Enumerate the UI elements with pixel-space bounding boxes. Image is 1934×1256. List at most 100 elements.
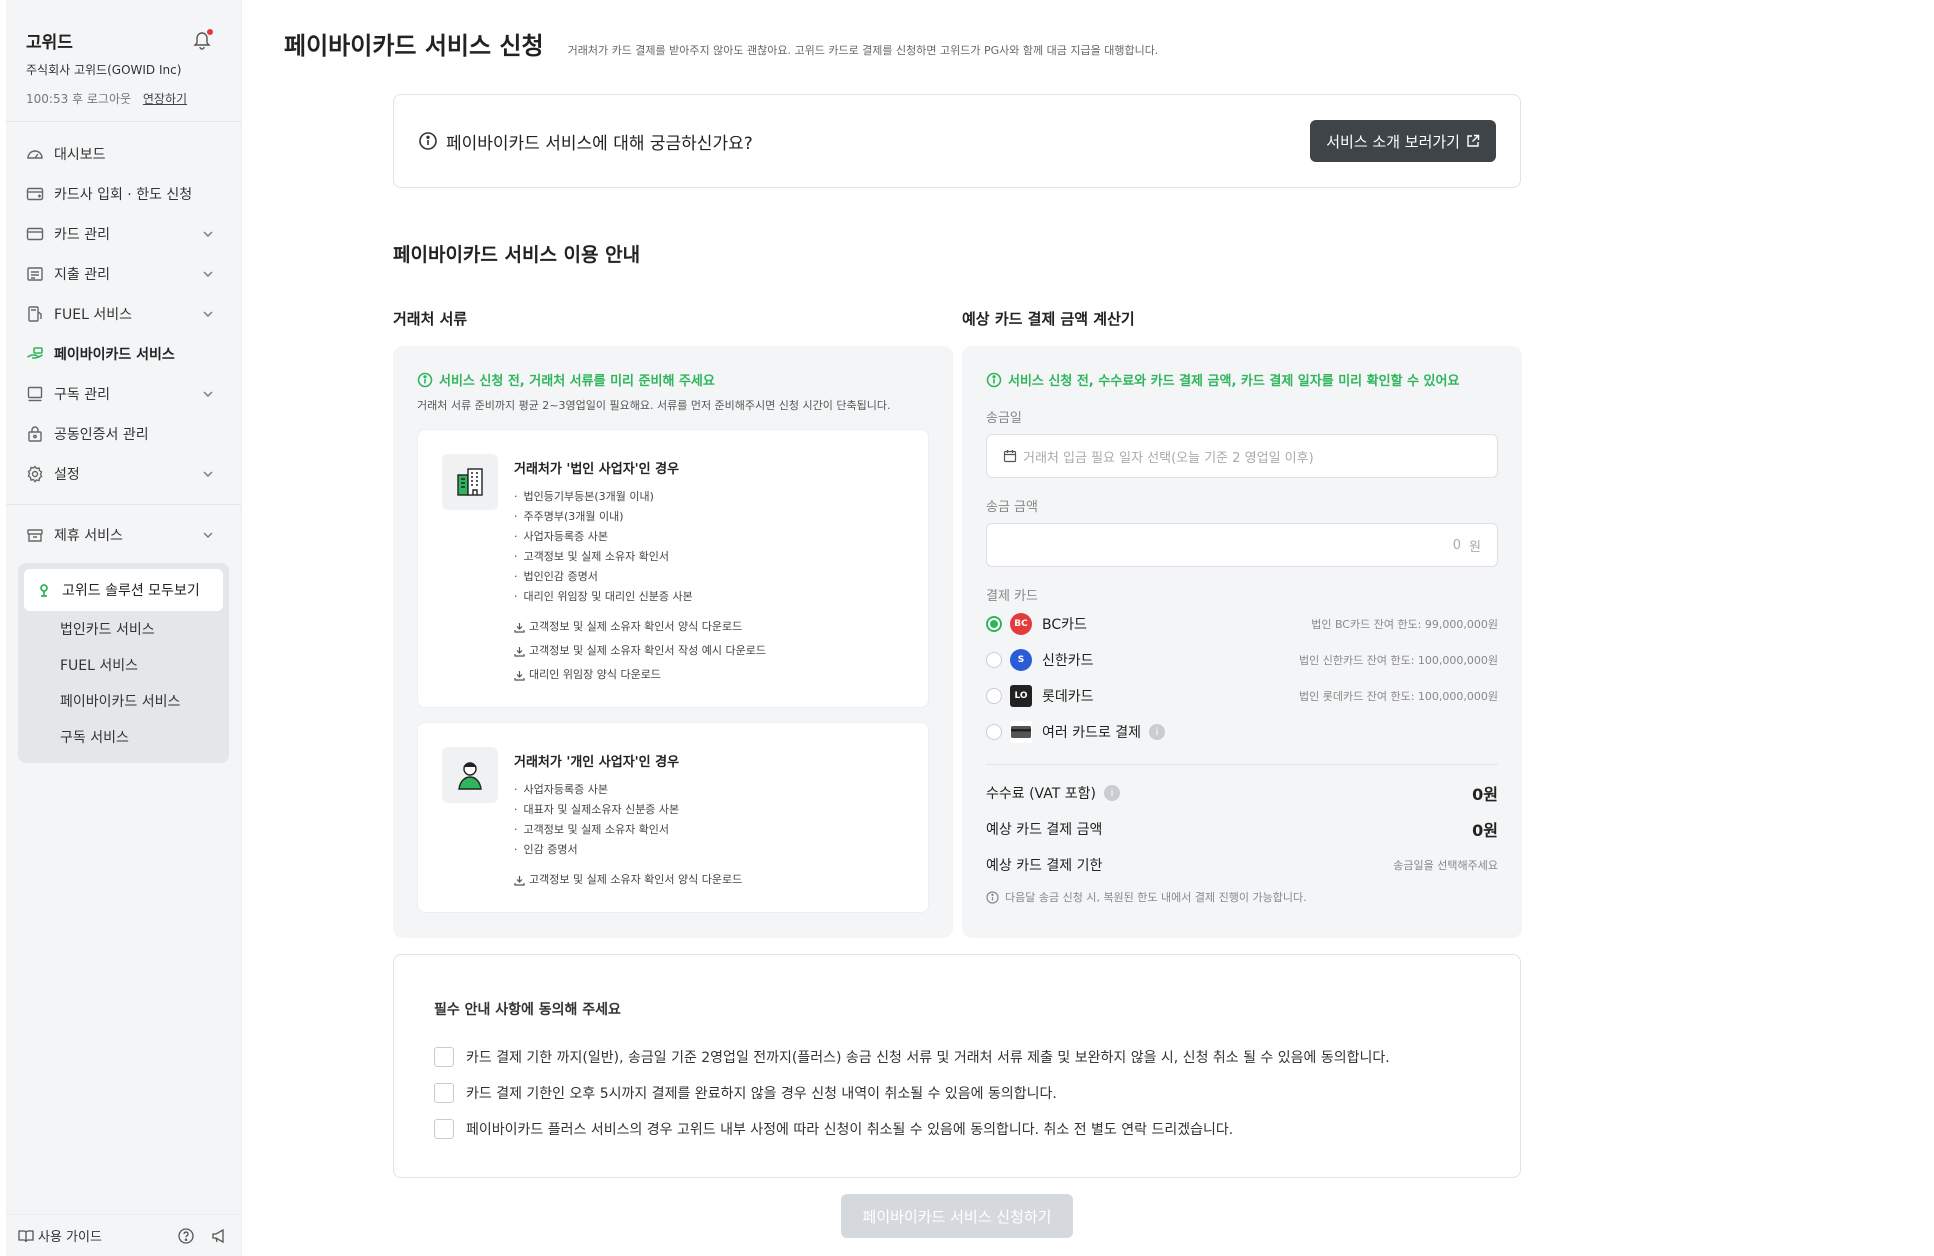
- chevron-down-icon: [201, 267, 215, 281]
- list-item: 고객정보 및 실제 소유자 확인서: [514, 820, 742, 840]
- sidebar-header: 고위드 주식회사 고위드(GOWID Inc) 100:53 후 로그아웃 연장…: [6, 0, 241, 122]
- list-item: 법인등기부등본(3개월 이내): [514, 487, 766, 507]
- sidebar-item-label: 카드사 입회 · 한도 신청: [54, 187, 193, 203]
- fee-value: 0원: [1472, 785, 1498, 804]
- radio-bc[interactable]: [986, 616, 1002, 632]
- agreement-checkbox[interactable]: [434, 1047, 454, 1067]
- card-apply-icon: [26, 185, 44, 203]
- download-icon: [514, 646, 525, 657]
- agreement-checkbox[interactable]: [434, 1119, 454, 1139]
- sidebar-item-card-apply[interactable]: 카드사 입회 · 한도 신청: [6, 174, 241, 214]
- card-option-bc[interactable]: BC BC카드 법인 BC카드 잔여 한도: 99,000,000원: [986, 606, 1498, 642]
- agreement-row-1[interactable]: 카드 결제 기한 까지(일반), 송금일 기준 2영업일 전까지(플러스) 송금…: [434, 1039, 1480, 1075]
- radio-lotte[interactable]: [986, 688, 1002, 704]
- expected-amount-label: 예상 카드 결제 금액: [986, 822, 1103, 838]
- download-link[interactable]: 고객정보 및 실제 소유자 확인서 양식 다운로드: [514, 868, 742, 892]
- sidebar-item-dashboard[interactable]: 대시보드: [6, 134, 241, 174]
- download-link[interactable]: 고객정보 및 실제 소유자 확인서 작성 예시 다운로드: [514, 639, 766, 663]
- agreement-row-3[interactable]: 페이바이카드 플러스 서비스의 경우 고위드 내부 사정에 따라 신청이 취소될…: [434, 1111, 1480, 1147]
- info-icon: [419, 132, 437, 150]
- list-item: 사업자등록증 사본: [514, 780, 742, 800]
- deadline-row: 예상 카드 결제 기한 송금일을 선택해주세요: [986, 847, 1498, 883]
- megaphone-icon[interactable]: [211, 1227, 229, 1245]
- page-header: 페이바이카드 서비스 신청 거래처가 카드 결제를 받아주지 않아도 괜찮아요.…: [284, 26, 1158, 61]
- sidebar-item-fuel[interactable]: FUEL 서비스: [6, 294, 241, 334]
- download-icon: [514, 670, 525, 681]
- download-link-label: 고객정보 및 실제 소유자 확인서 양식 다운로드: [529, 873, 743, 886]
- download-link[interactable]: 대리인 위임장 양식 다운로드: [514, 663, 766, 687]
- list-item: 법인인감 증명서: [514, 567, 766, 587]
- amount-input[interactable]: 0 원: [986, 523, 1498, 567]
- sidebar-item-partner[interactable]: 제휴 서비스: [6, 515, 241, 555]
- service-question: 페이바이카드 서비스에 대해 궁금하신가요?: [418, 129, 753, 154]
- card-icon: [26, 225, 44, 243]
- help-icon[interactable]: [177, 1227, 195, 1245]
- service-intro-button[interactable]: 서비스 소개 보러가기: [1310, 120, 1496, 162]
- agreement-card: 필수 안내 사항에 동의해 주세요 카드 결제 기한 까지(일반), 송금일 기…: [393, 954, 1521, 1178]
- sidebar-item-subscription[interactable]: 구독 관리: [6, 374, 241, 414]
- list-item: 대표자 및 실제소유자 신분증 사본: [514, 800, 742, 820]
- card-label: 결제 카드: [986, 589, 1038, 604]
- solution-item-corporate-card[interactable]: 법인카드 서비스: [24, 611, 223, 647]
- gear-icon: [26, 465, 44, 483]
- bell-icon[interactable]: [193, 29, 213, 50]
- card-name: 신한카드: [1042, 653, 1094, 669]
- indiv-docs-card: 거래처가 '개인 사업자'인 경우 사업자등록증 사본 대표자 및 실제소유자 …: [417, 722, 929, 913]
- radio-shinhan[interactable]: [986, 652, 1002, 668]
- sidebar-item-label: FUEL 서비스: [54, 307, 133, 323]
- corp-docs-body: 거래처가 '법인 사업자'인 경우 법인등기부등본(3개월 이내) 주주명부(3…: [514, 454, 766, 687]
- user-guide-link[interactable]: 사용 가이드: [18, 1226, 102, 1245]
- amount-unit: 원: [1469, 539, 1481, 555]
- subscription-icon: [26, 385, 44, 403]
- card-option-lotte[interactable]: LO 롯데카드 법인 롯데카드 잔여 한도: 100,000,000원: [986, 678, 1498, 714]
- solutions-panel: 고위드 솔루션 모두보기 법인카드 서비스 FUEL 서비스 페이바이카드 서비…: [18, 563, 229, 763]
- solutions-view-all[interactable]: 고위드 솔루션 모두보기: [24, 569, 223, 611]
- radio-multi[interactable]: [986, 724, 1002, 740]
- lotte-card-logo-icon: LO: [1010, 685, 1032, 707]
- indiv-docs-title: 거래처가 '개인 사업자'인 경우: [514, 755, 680, 770]
- list-item: 사업자등록증 사본: [514, 527, 766, 547]
- user-guide-label: 사용 가이드: [38, 1230, 102, 1245]
- card-option-multi[interactable]: 여러 카드로 결제 i: [986, 714, 1498, 750]
- sidebar-item-settings[interactable]: 설정: [6, 454, 241, 494]
- download-icon: [514, 875, 525, 886]
- calc-column-title: 예상 카드 결제 금액 계산기: [962, 310, 1135, 328]
- submit-button[interactable]: 페이바이카드 서비스 신청하기: [841, 1194, 1073, 1238]
- bc-card-logo-icon: BC: [1010, 613, 1032, 635]
- multi-card-icon: [1010, 721, 1032, 743]
- info-icon[interactable]: i: [1149, 724, 1166, 740]
- location-pin-icon: [36, 582, 52, 598]
- sidebar-item-label: 구독 관리: [54, 387, 110, 403]
- download-link-label: 고객정보 및 실제 소유자 확인서 양식 다운로드: [529, 620, 743, 633]
- service-question-text: 페이바이카드 서비스에 대해 궁금하신가요?: [446, 133, 753, 154]
- company-name: 고위드: [26, 33, 73, 53]
- corp-docs-card: 거래처가 '법인 사업자'인 경우 법인등기부등본(3개월 이내) 주주명부(3…: [417, 429, 929, 708]
- sidebar-item-card-management[interactable]: 카드 관리: [6, 214, 241, 254]
- indiv-download-links: 고객정보 및 실제 소유자 확인서 양식 다운로드: [514, 868, 742, 892]
- chevron-down-icon: [201, 387, 215, 401]
- agreement-row-2[interactable]: 카드 결제 기한인 오후 5시까지 결제를 완료하지 않을 경우 신청 내역이 …: [434, 1075, 1480, 1111]
- book-icon: [18, 1229, 34, 1242]
- solution-item-subscription[interactable]: 구독 서비스: [24, 719, 223, 755]
- corp-download-links: 고객정보 및 실제 소유자 확인서 양식 다운로드 고객정보 및 실제 소유자 …: [514, 615, 766, 687]
- nav-divider: [6, 504, 241, 505]
- agreement-checkbox[interactable]: [434, 1083, 454, 1103]
- shinhan-card-logo-icon: S: [1010, 649, 1032, 671]
- solution-item-fuel[interactable]: FUEL 서비스: [24, 647, 223, 683]
- card-option-shinhan[interactable]: S 신한카드 법인 신한카드 잔여 한도: 100,000,000원: [986, 642, 1498, 678]
- sidebar-item-certificate[interactable]: 공동인증서 관리: [6, 414, 241, 454]
- agreement-title: 필수 안내 사항에 동의해 주세요: [434, 1002, 621, 1018]
- solution-item-paybycard[interactable]: 페이바이카드 서비스: [24, 683, 223, 719]
- sidebar-item-label: 제휴 서비스: [54, 528, 123, 544]
- info-icon[interactable]: i: [1103, 785, 1120, 801]
- sidebar: 고위드 주식회사 고위드(GOWID Inc) 100:53 후 로그아웃 연장…: [6, 0, 242, 1256]
- date-picker-input[interactable]: 거래처 입금 필요 일자 선택(오늘 기준 2 영업일 이후): [986, 434, 1498, 478]
- download-link[interactable]: 고객정보 및 실제 소유자 확인서 양식 다운로드: [514, 615, 766, 639]
- chevron-down-icon: [201, 227, 215, 241]
- agreement-text: 카드 결제 기한 까지(일반), 송금일 기준 2영업일 전까지(플러스) 송금…: [466, 1050, 1390, 1066]
- extend-session-link[interactable]: 연장하기: [143, 92, 187, 106]
- sidebar-item-label: 카드 관리: [54, 227, 110, 243]
- docs-column-title: 거래처 서류: [393, 310, 468, 328]
- sidebar-item-expense[interactable]: 지출 관리: [6, 254, 241, 294]
- sidebar-item-paybycard[interactable]: 페이바이카드 서비스: [6, 334, 241, 374]
